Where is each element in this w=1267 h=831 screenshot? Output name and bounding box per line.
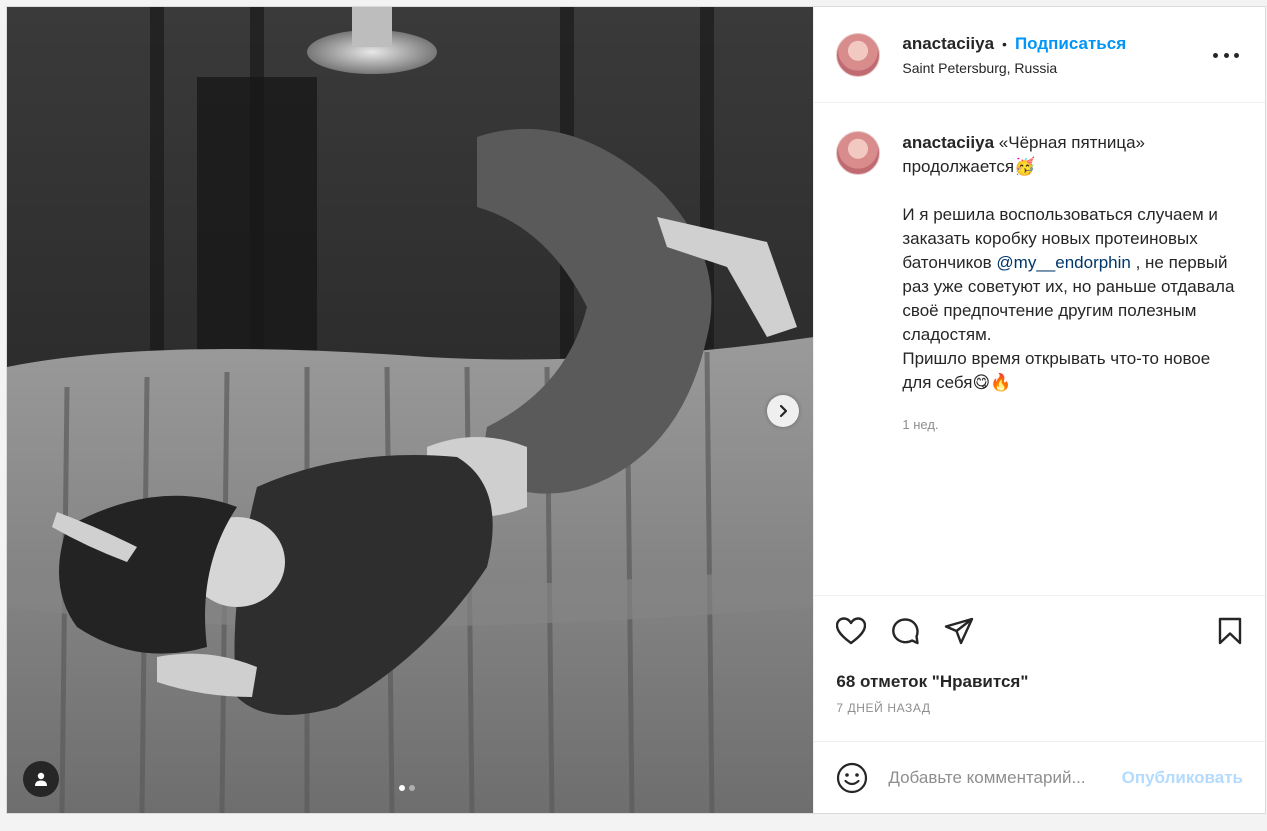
photo-image	[7, 7, 814, 813]
more-options-button[interactable]	[1213, 45, 1239, 65]
comment-button[interactable]	[888, 614, 922, 648]
caption-username-link[interactable]: anactaciiya	[902, 133, 994, 152]
next-slide-button[interactable]	[767, 395, 799, 427]
location-link[interactable]: Saint Petersburg, Russia	[902, 60, 1126, 76]
carousel-indicator	[399, 785, 415, 791]
chevron-right-icon	[779, 404, 788, 418]
bookmark-icon	[1218, 617, 1242, 645]
like-button[interactable]	[834, 614, 868, 648]
post-header: anactaciiya • Подписаться Saint Petersbu…	[814, 7, 1265, 103]
follow-button[interactable]: Подписаться	[1015, 34, 1126, 54]
save-button[interactable]	[1213, 614, 1247, 648]
post-date[interactable]: 7 ДНЕЙ НАЗАД	[814, 701, 1265, 741]
caption-avatar[interactable]	[836, 131, 881, 175]
paper-plane-icon	[945, 617, 974, 644]
publish-button[interactable]: Опубликовать	[1122, 768, 1243, 788]
carousel-dot-active	[399, 785, 405, 791]
comments-area: anactaciiya «Чёрная пятница» продолжаетс…	[814, 103, 1265, 595]
post-modal: anactaciiya • Подписаться Saint Petersbu…	[6, 6, 1266, 814]
more-options-icon-dot	[1223, 52, 1229, 58]
comment-form: Опубликовать	[814, 741, 1265, 813]
caption-time[interactable]: 1 нед.	[902, 413, 1242, 437]
heart-icon	[836, 616, 867, 644]
comment-icon	[892, 617, 920, 644]
caption-first-line: anactaciiya «Чёрная пятница» продолжаетс…	[902, 131, 1242, 179]
avatar[interactable]	[836, 32, 881, 77]
caption: anactaciiya «Чёрная пятница» продолжаетс…	[902, 131, 1242, 595]
caption-line3: Пришло время открывать что-то новое для …	[902, 349, 1211, 392]
more-options-icon-dot	[1234, 52, 1239, 58]
tagged-users-button[interactable]	[23, 761, 59, 797]
share-button[interactable]	[942, 614, 976, 648]
more-options-icon	[1213, 52, 1218, 58]
caption-body: И я решила воспользоваться случаем и зак…	[902, 203, 1242, 347]
action-bar	[814, 595, 1265, 665]
username-link[interactable]: anactaciiya	[902, 34, 994, 54]
mention-link[interactable]: @my__endorphin	[996, 253, 1130, 272]
likes-count[interactable]: 68 отметок "Нравится"	[814, 667, 1265, 697]
bullet-separator: •	[1002, 35, 1007, 52]
header-text: anactaciiya • Подписаться Saint Petersbu…	[902, 34, 1126, 76]
header-line: anactaciiya • Подписаться	[902, 34, 1126, 54]
user-icon	[35, 772, 47, 786]
carousel-dot	[409, 785, 415, 791]
post-side-panel: anactaciiya • Подписаться Saint Petersbu…	[813, 7, 1265, 813]
comment-input[interactable]	[888, 767, 1122, 788]
smiley-icon	[837, 762, 868, 793]
emoji-button[interactable]	[834, 760, 870, 796]
post-photo[interactable]	[7, 7, 814, 813]
